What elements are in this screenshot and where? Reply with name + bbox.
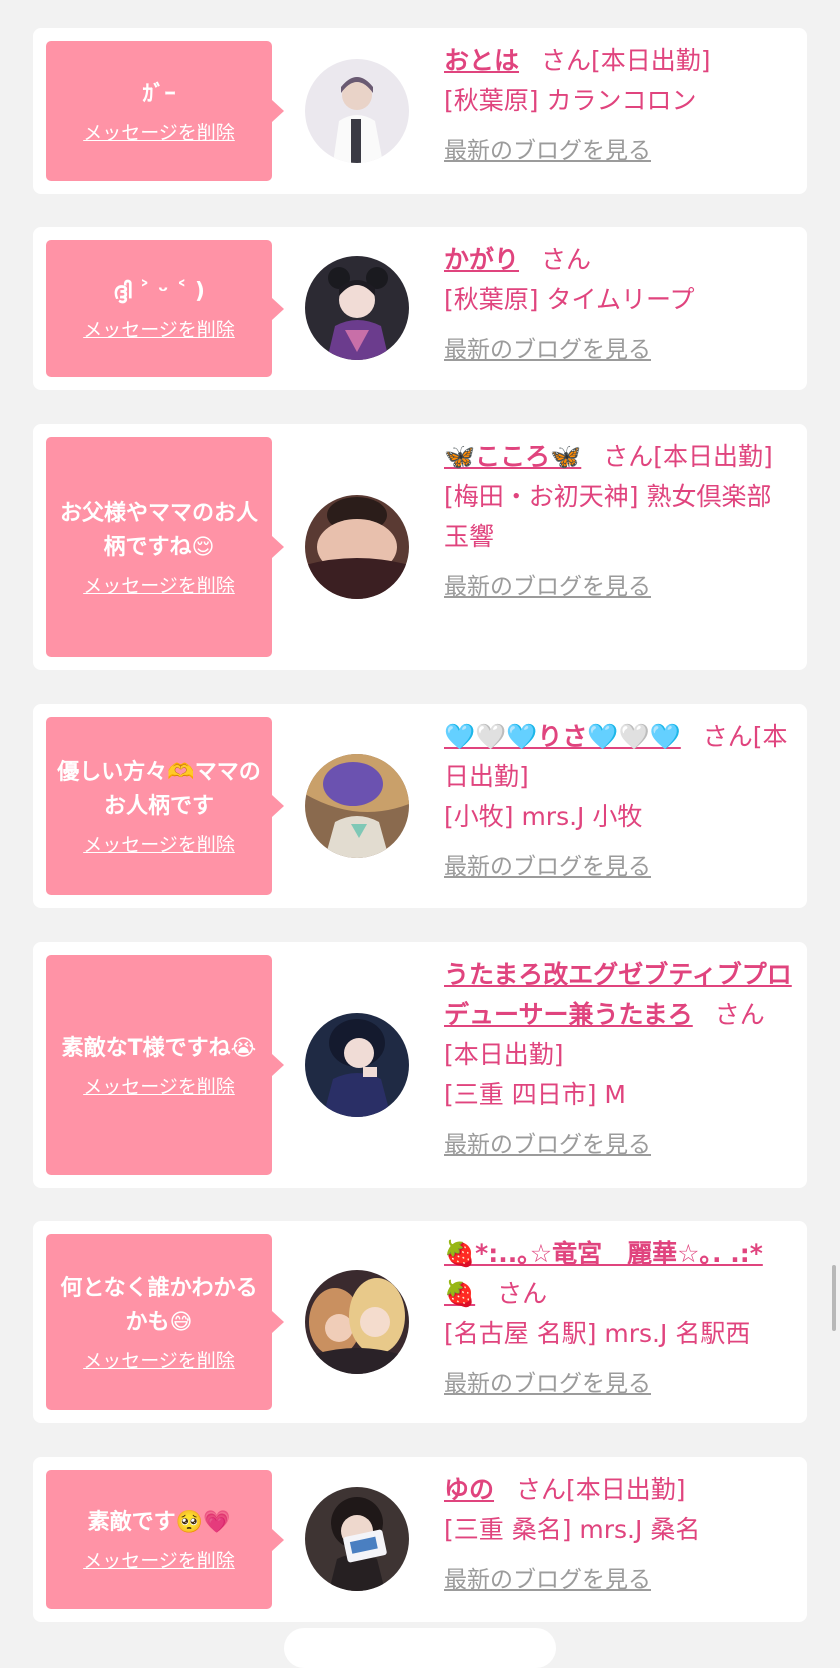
avatar-photo <box>305 495 409 599</box>
message-card: 優しい方々🫶ママのお人柄です メッセージを削除 🩵🤍🩵りさ🩵🤍🩵 さん[本日出勤]… <box>33 704 807 908</box>
san-label: さん <box>702 722 753 751</box>
message-card: ദ്ദി ˃ ᵕ ˂ ) メッセージを削除 かがり さん [秋葉原] タイムリープ… <box>33 227 807 390</box>
message-text: ദ്ദി ˃ ᵕ ˂ ) <box>113 279 205 304</box>
shop-info: [秋葉原] カランコロン <box>444 86 697 115</box>
cast-info: ゆの さん[本日出勤] [三重 桑名] mrs.J 桑名 最新のブログを見る <box>444 1470 797 1594</box>
shop-info: [三重 四日市] M <box>444 1080 626 1109</box>
shop-info: [秋葉原] タイムリープ <box>444 285 695 314</box>
cast-name-link[interactable]: おとは <box>444 46 519 75</box>
latest-blog-link[interactable]: 最新のブログを見る <box>444 330 651 364</box>
avatar-photo <box>305 1270 409 1374</box>
san-label: さん <box>497 1279 548 1308</box>
cast-name-link[interactable]: かがり <box>444 245 519 274</box>
cast-info: おとは さん[本日出勤] [秋葉原] カランコロン 最新のブログを見る <box>444 41 797 165</box>
delete-message-link[interactable]: メッセージを削除 <box>83 118 235 145</box>
cast-info: 🩵🤍🩵りさ🩵🤍🩵 さん[本日出勤] [小牧] mrs.J 小牧 最新のブログを見る <box>444 717 797 881</box>
status-badge: [本日出勤] <box>444 1040 564 1069</box>
cast-name-link[interactable]: ゆの <box>444 1475 494 1504</box>
latest-blog-link[interactable]: 最新のブログを見る <box>444 1125 651 1159</box>
cast-info: 🦋こころ🦋 さん[本日出勤] [梅田・お初天神] 熟女倶楽部 玉響 最新のブログを… <box>444 437 797 601</box>
shop-info: [三重 桑名] mrs.J 桑名 <box>444 1515 701 1544</box>
message-bubble: 優しい方々🫶ママのお人柄です メッセージを削除 <box>46 717 284 895</box>
scrollbar-thumb[interactable] <box>832 1265 836 1331</box>
cast-name-link[interactable]: 🍓*:..｡☆竜宮 麗華☆｡. .:*🍓 <box>444 1239 763 1308</box>
latest-blog-link[interactable]: 最新のブログを見る <box>444 1364 651 1398</box>
latest-blog-link[interactable]: 最新のブログを見る <box>444 847 651 881</box>
latest-blog-link[interactable]: 最新のブログを見る <box>444 131 651 165</box>
message-bubble: ദ്ദി ˃ ᵕ ˂ ) メッセージを削除 <box>46 240 284 377</box>
avatar-photo <box>305 59 409 163</box>
message-text: 素敵です🥺💗 <box>87 1510 231 1535</box>
message-text: お父様やママのお人柄ですね😌 <box>59 500 258 560</box>
status-badge: [本日出勤] <box>566 1475 686 1504</box>
message-card: 何となく誰かわかるかも😅 メッセージを削除 🍓*:..｡☆竜宮 麗華☆｡. .:… <box>33 1221 807 1423</box>
avatar-photo <box>305 1487 409 1591</box>
shop-info: [梅田・お初天神] 熟女倶楽部 玉響 <box>444 482 772 551</box>
delete-message-link[interactable]: メッセージを削除 <box>83 830 235 857</box>
shop-info: [名古屋 名駅] mrs.J 名駅西 <box>444 1319 751 1348</box>
avatar[interactable] <box>305 1270 409 1374</box>
message-text: 優しい方々🫶ママのお人柄です <box>57 759 261 819</box>
avatar[interactable] <box>305 256 409 360</box>
status-badge: [本日出勤] <box>591 46 711 75</box>
avatar[interactable] <box>305 495 409 599</box>
message-text: ｶﾞｰ <box>142 81 176 107</box>
latest-blog-link[interactable]: 最新のブログを見る <box>444 1560 651 1594</box>
delete-message-link[interactable]: メッセージを削除 <box>83 1546 235 1573</box>
san-label: さん <box>603 442 654 471</box>
san-label: さん <box>541 46 592 75</box>
message-bubble: 素敵なT様ですね😭 メッセージを削除 <box>46 955 284 1175</box>
shop-info: [小牧] mrs.J 小牧 <box>444 802 643 831</box>
avatar-photo <box>305 754 409 858</box>
latest-blog-link[interactable]: 最新のブログを見る <box>444 567 651 601</box>
message-card: 素敵なT様ですね😭 メッセージを削除 うたまろ改エグゼブティブプロデューサー兼う… <box>33 942 807 1188</box>
message-card: 素敵です🥺💗 メッセージを削除 ゆの さん[本日出勤] [三重 桑名] mrs.J… <box>33 1457 807 1622</box>
delete-message-link[interactable]: メッセージを削除 <box>83 1346 235 1373</box>
message-text: 素敵なT様ですね😭 <box>61 1035 257 1061</box>
status-badge: [本日出勤] <box>653 442 773 471</box>
avatar-photo <box>305 256 409 360</box>
delete-message-link[interactable]: メッセージを削除 <box>83 571 235 598</box>
message-bubble: ｶﾞｰ メッセージを削除 <box>46 41 284 181</box>
message-bubble: お父様やママのお人柄ですね😌 メッセージを削除 <box>46 437 284 657</box>
avatar[interactable] <box>305 59 409 163</box>
san-label: さん <box>541 245 592 274</box>
cast-name-link[interactable]: 🩵🤍🩵りさ🩵🤍🩵 <box>444 722 681 751</box>
message-card: ｶﾞｰ メッセージを削除 おとは さん[本日出勤] [秋葉原] カランコロン 最新… <box>33 28 807 194</box>
message-bubble: 素敵です🥺💗 メッセージを削除 <box>46 1470 284 1609</box>
san-label: さん <box>714 1000 765 1029</box>
delete-message-link[interactable]: メッセージを削除 <box>83 1072 235 1099</box>
message-text: 何となく誰かわかるかも😅 <box>60 1275 258 1335</box>
cast-info: うたまろ改エグゼブティブプロデューサー兼うたまろ さん[本日出勤] [三重 四日市… <box>444 955 797 1159</box>
avatar-photo <box>305 1013 409 1117</box>
cast-info: 🍓*:..｡☆竜宮 麗華☆｡. .:*🍓 さん [名古屋 名駅] mrs.J 名駅… <box>444 1234 797 1398</box>
avatar[interactable] <box>305 754 409 858</box>
message-bubble: 何となく誰かわかるかも😅 メッセージを削除 <box>46 1234 284 1410</box>
san-label: さん <box>516 1475 567 1504</box>
delete-message-link[interactable]: メッセージを削除 <box>83 315 235 342</box>
avatar[interactable] <box>305 1013 409 1117</box>
cast-info: かがり さん [秋葉原] タイムリープ 最新のブログを見る <box>444 240 797 364</box>
avatar[interactable] <box>305 1487 409 1591</box>
bottom-floating-bar[interactable] <box>284 1628 556 1668</box>
message-card: お父様やママのお人柄ですね😌 メッセージを削除 🦋こころ🦋 さん[本日出勤] [梅… <box>33 424 807 670</box>
cast-name-link[interactable]: 🦋こころ🦋 <box>444 442 581 471</box>
